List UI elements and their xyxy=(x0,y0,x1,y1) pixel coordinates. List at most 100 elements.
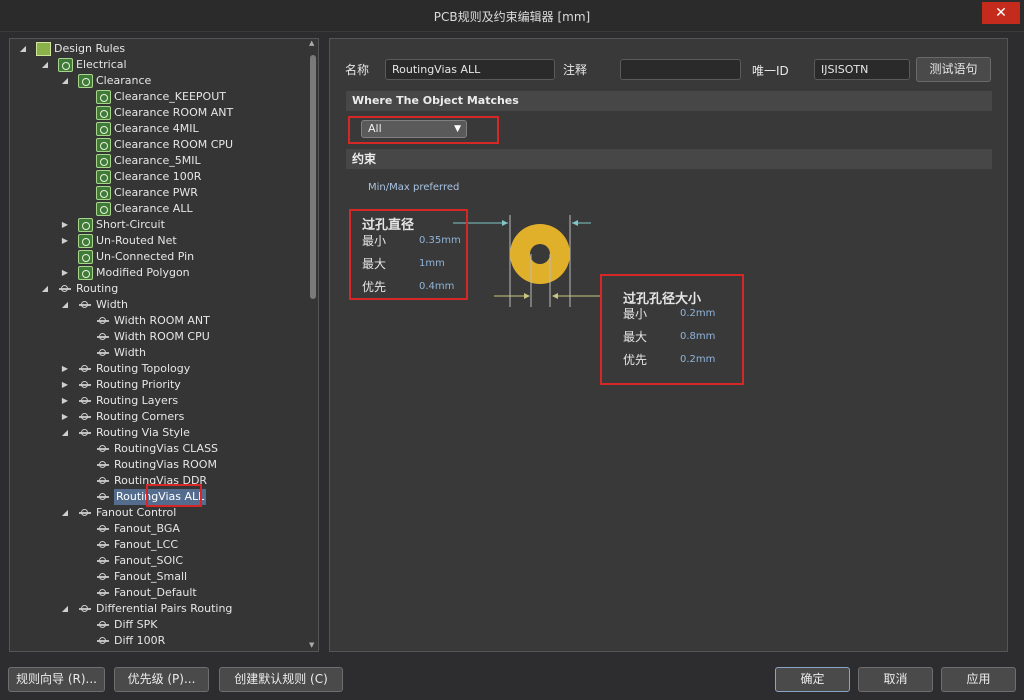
tree-item-label: Clearance_KEEPOUT xyxy=(114,90,226,103)
hole-max-value[interactable]: 0.8mm xyxy=(680,331,715,342)
diameter-max-value[interactable]: 1mm xyxy=(419,258,445,269)
collapsed-arrow-icon[interactable]: ▶ xyxy=(60,409,70,425)
rule-wizard-button[interactable]: 规则向导 (R)... xyxy=(8,667,105,692)
tree-item[interactable]: Clearance ROOM ANT xyxy=(10,105,310,121)
tree-item[interactable]: ▶ Routing Corners xyxy=(10,409,310,425)
comment-input[interactable] xyxy=(620,59,741,80)
tree-item[interactable]: ◢ Routing xyxy=(10,281,310,297)
tree-item[interactable]: ◢ Routing Via Style xyxy=(10,425,310,441)
tree-item-label: RoutingVias ROOM xyxy=(114,458,217,471)
tree-item[interactable]: Clearance PWR xyxy=(10,185,310,201)
collapsed-arrow-icon[interactable]: ▶ xyxy=(60,265,70,281)
tree-item[interactable]: Fanout_BGA xyxy=(10,521,310,537)
collapsed-arrow-icon[interactable]: ▶ xyxy=(60,377,70,393)
tree-item[interactable]: Fanout_SOIC xyxy=(10,553,310,569)
tree-item[interactable]: ◢ Design Rules xyxy=(10,41,310,57)
tree-item-label: Fanout_SOIC xyxy=(114,554,184,567)
tree-item[interactable]: Fanout_Default xyxy=(10,585,310,601)
tree-item-label: Clearance 100R xyxy=(114,170,202,183)
tree-item[interactable]: Un-Connected Pin xyxy=(10,249,310,265)
via-diameter-title: 过孔直径 xyxy=(362,218,415,233)
apply-button[interactable]: 应用 xyxy=(941,667,1016,692)
expanded-arrow-icon[interactable]: ◢ xyxy=(60,73,70,89)
tree-item[interactable]: Clearance ROOM CPU xyxy=(10,137,310,153)
tree-item[interactable]: Clearance ALL xyxy=(10,201,310,217)
tree-item[interactable]: ◢ Fanout Control xyxy=(10,505,310,521)
diameter-min-value[interactable]: 0.35mm xyxy=(419,235,461,246)
hole-pref-label: 优先 xyxy=(623,353,648,367)
rule-icon xyxy=(96,90,111,104)
tree-item[interactable]: Width ROOM ANT xyxy=(10,313,310,329)
route-icon xyxy=(96,490,111,504)
tree-item-label: Width ROOM CPU xyxy=(114,330,210,343)
tree-item-label: Clearance xyxy=(96,74,152,87)
tree-item-label: Clearance ALL xyxy=(114,202,193,215)
tree-item[interactable]: ▶ Modified Polygon xyxy=(10,265,310,281)
tree-item[interactable]: ▶ Routing Priority xyxy=(10,377,310,393)
tree-item[interactable]: Clearance 4MIL xyxy=(10,121,310,137)
ok-button[interactable]: 确定 xyxy=(775,667,850,692)
collapsed-arrow-icon[interactable]: ▶ xyxy=(60,233,70,249)
tree-item[interactable]: Clearance 100R xyxy=(10,169,310,185)
tree-item[interactable]: Clearance_5MIL xyxy=(10,153,310,169)
hole-arrowhead-right xyxy=(552,293,558,299)
tree-item[interactable]: Clearance_KEEPOUT xyxy=(10,89,310,105)
scroll-down-icon[interactable]: ▼ xyxy=(309,641,314,649)
tree-item-label: Routing xyxy=(76,282,119,295)
tree-item-label: Routing Via Style xyxy=(96,426,190,439)
highlight-box-tree xyxy=(146,484,202,507)
hole-min-value[interactable]: 0.2mm xyxy=(680,308,715,319)
folder-icon xyxy=(36,42,51,56)
cancel-button[interactable]: 取消 xyxy=(858,667,933,692)
rules-tree-panel: ◢ Design Rules ◢ Electrical ◢ Clearance Cleara… xyxy=(9,38,319,652)
tree-scrollbar[interactable]: ▲ ▼ xyxy=(309,39,316,649)
rule-icon xyxy=(96,154,111,168)
expanded-arrow-icon[interactable]: ◢ xyxy=(60,297,70,313)
tree-item[interactable]: Fanout_LCC xyxy=(10,537,310,553)
tree-item-label: Clearance 4MIL xyxy=(114,122,199,135)
name-input[interactable]: RoutingVias ALL xyxy=(385,59,555,80)
route-icon xyxy=(96,314,111,328)
tree-item-label: Un-Routed Net xyxy=(96,234,177,247)
close-button[interactable]: ✕ xyxy=(982,2,1020,24)
hole-min-label: 最小 xyxy=(623,307,648,321)
hole-pref-value[interactable]: 0.2mm xyxy=(680,354,715,365)
tree-item[interactable]: RoutingVias CLASS xyxy=(10,441,310,457)
expanded-arrow-icon[interactable]: ◢ xyxy=(60,601,70,617)
diameter-pref-value[interactable]: 0.4mm xyxy=(419,281,454,292)
expanded-arrow-icon[interactable]: ◢ xyxy=(18,41,28,57)
tree-item[interactable]: RoutingVias ROOM xyxy=(10,457,310,473)
test-query-button[interactable]: 测试语句 xyxy=(916,57,991,82)
diameter-min-label: 最小 xyxy=(362,234,387,248)
scroll-up-icon[interactable]: ▲ xyxy=(309,39,314,47)
tree-item-label: Short-Circuit xyxy=(96,218,165,231)
create-default-rules-button[interactable]: 创建默认规则 (C) xyxy=(219,667,343,692)
tree-item[interactable]: ◢ Electrical xyxy=(10,57,310,73)
tree-item-label: RoutingVias CLASS xyxy=(114,442,219,455)
tree-item[interactable]: ▶ Routing Topology xyxy=(10,361,310,377)
tree-item-label: Routing Layers xyxy=(96,394,179,407)
expanded-arrow-icon[interactable]: ◢ xyxy=(40,57,50,73)
tree-item[interactable]: Diff 100R xyxy=(10,633,310,649)
tree-item[interactable]: ▶ Un-Routed Net xyxy=(10,233,310,249)
uid-label: 唯一ID xyxy=(752,64,789,78)
tree-item[interactable]: ◢ Width xyxy=(10,297,310,313)
expanded-arrow-icon[interactable]: ◢ xyxy=(60,505,70,521)
tree-item[interactable]: ▶ Routing Layers xyxy=(10,393,310,409)
collapsed-arrow-icon[interactable]: ▶ xyxy=(60,217,70,233)
tree-item[interactable]: Width xyxy=(10,345,310,361)
tree-scroll-thumb[interactable] xyxy=(310,55,316,299)
tree-item[interactable]: ◢ Clearance xyxy=(10,73,310,89)
expanded-arrow-icon[interactable]: ◢ xyxy=(60,425,70,441)
uid-input[interactable]: IJSISOTN xyxy=(814,59,910,80)
via-hole-icon xyxy=(530,244,550,264)
tree-item[interactable]: Fanout_Small xyxy=(10,569,310,585)
collapsed-arrow-icon[interactable]: ▶ xyxy=(60,361,70,377)
priority-button[interactable]: 优先级 (P)... xyxy=(114,667,209,692)
tree-item[interactable]: ◢ Differential Pairs Routing xyxy=(10,601,310,617)
collapsed-arrow-icon[interactable]: ▶ xyxy=(60,393,70,409)
tree-item[interactable]: Diff SPK xyxy=(10,617,310,633)
tree-item[interactable]: ▶ Short-Circuit xyxy=(10,217,310,233)
expanded-arrow-icon[interactable]: ◢ xyxy=(40,281,50,297)
tree-item[interactable]: Width ROOM CPU xyxy=(10,329,310,345)
